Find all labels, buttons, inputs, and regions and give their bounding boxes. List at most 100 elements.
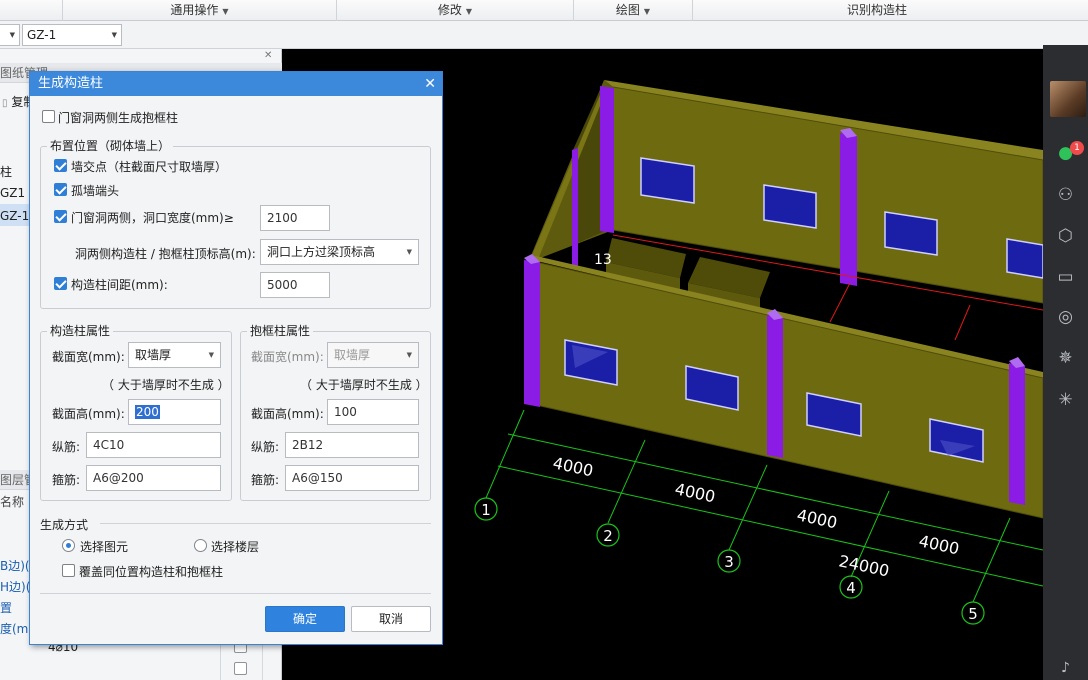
music-icon[interactable]: ♪ xyxy=(1043,660,1088,676)
bk-height-input[interactable]: 100 xyxy=(327,399,419,425)
bk-width-select[interactable]: 取墙厚 ▼ xyxy=(327,342,419,368)
svg-text:4: 4 xyxy=(846,579,856,597)
column xyxy=(572,148,578,268)
bk-width-label: 截面宽(mm): xyxy=(251,350,324,364)
chevron-down-icon: ▼ xyxy=(406,248,412,256)
tree-item-gz-1[interactable]: GZ-1 xyxy=(0,209,29,223)
cancel-button[interactable]: 取消 xyxy=(351,606,431,632)
chevron-down-icon: ▼ xyxy=(111,31,117,39)
isolated-wall-end-checkbox[interactable] xyxy=(54,183,67,196)
toolbar-secondary: ▼ GZ-1 ▼ xyxy=(0,21,1088,49)
bk-rebar-input[interactable]: 2B12 xyxy=(285,432,419,458)
bk-stirrup-label: 箍筋: xyxy=(251,473,280,487)
overwrite-label: 覆盖同位置构造柱和抱框柱 xyxy=(79,565,224,579)
ribbon-group-bar: 通用操作 ▼ 修改 ▼ 绘图 ▼ 识别构造柱 xyxy=(0,0,1088,21)
svg-text:2: 2 xyxy=(603,527,613,545)
right-sidebar: ● 1 ⚇ ⬡ ▭ ◎ ✵ ✳ ♪ xyxy=(1043,45,1088,680)
spacing-checkbox[interactable] xyxy=(54,277,67,290)
partial-dimension-label: 13 xyxy=(594,252,612,268)
component-name-combo[interactable]: GZ-1 ▼ xyxy=(22,24,122,46)
bk-width-note: （ 大于墙厚时不生成 ） xyxy=(300,378,428,392)
spacing-label: 构造柱间距(mm): xyxy=(71,278,168,292)
wall-intersection-checkbox[interactable] xyxy=(54,159,67,172)
window xyxy=(884,211,938,256)
window xyxy=(640,157,695,204)
prop-position: 置 xyxy=(0,601,13,615)
sparkle-icon[interactable]: ✳ xyxy=(1043,390,1088,410)
top-elevation-label: 洞两侧构造柱 / 抱框柱顶标高(m): xyxy=(75,247,256,261)
ribbon-group-identify-column[interactable]: 识别构造柱 xyxy=(692,0,1061,21)
door-window-frame-checkbox[interactable] xyxy=(42,110,55,123)
window xyxy=(763,184,817,229)
isolated-wall-end-label: 孤墙端头 xyxy=(71,184,120,198)
chevron-down-icon: ▼ xyxy=(465,7,473,16)
select-element-radio[interactable] xyxy=(62,539,75,552)
bk-rebar-label: 纵筋: xyxy=(251,440,280,454)
column xyxy=(1009,363,1025,505)
ribbon-group-general[interactable]: 通用操作 ▼ xyxy=(62,0,336,21)
ribbon-group-draw[interactable]: 绘图 ▼ xyxy=(573,0,692,21)
select-floor-label: 选择楼层 xyxy=(211,540,260,554)
tree-item-gz1[interactable]: GZ1 xyxy=(0,186,25,200)
chevron-down-icon: ▼ xyxy=(643,7,651,16)
chevron-down-icon: ▼ xyxy=(9,31,15,39)
spacing-input[interactable]: 5000 xyxy=(260,272,330,298)
cube-icon[interactable]: ⬡ xyxy=(1043,226,1088,246)
gz-stirrup-input[interactable]: A6@200 xyxy=(86,465,221,491)
opening-sides-checkbox[interactable] xyxy=(54,210,67,223)
row-checkbox[interactable] xyxy=(234,662,247,675)
bk-stirrup-input[interactable]: A6@150 xyxy=(285,465,419,491)
gen-method-title: 生成方式 xyxy=(40,518,89,532)
dialog-title: 生成构造柱 xyxy=(38,76,104,91)
door-window-frame-label: 门窗洞两侧生成抱框柱 xyxy=(58,111,179,125)
svg-text:5: 5 xyxy=(968,605,978,623)
contacts-icon[interactable]: ⚇ xyxy=(1043,185,1088,205)
gz-rebar-input[interactable]: 4C10 xyxy=(86,432,221,458)
component-type-combo[interactable]: ▼ xyxy=(0,24,20,46)
ok-button[interactable]: 确定 xyxy=(265,606,345,632)
bk-props-title: 抱框柱属性 xyxy=(247,322,314,339)
column xyxy=(767,315,783,458)
placement-group-title: 布置位置（砌体墙上） xyxy=(47,137,174,154)
chevron-down-icon: ▼ xyxy=(406,351,412,359)
avatar[interactable] xyxy=(1050,81,1086,117)
overwrite-checkbox[interactable] xyxy=(62,564,75,577)
gz-rebar-label: 纵筋: xyxy=(52,440,81,454)
ribbon-group-modify[interactable]: 修改 ▼ xyxy=(336,0,573,21)
top-elevation-select[interactable]: 洞口上方过梁顶标高 ▼ xyxy=(260,239,419,265)
aperture-icon[interactable]: ◎ xyxy=(1043,307,1088,327)
svg-text:1: 1 xyxy=(481,501,491,519)
column xyxy=(840,133,857,286)
folder-icon[interactable]: ▭ xyxy=(1043,267,1088,287)
gz-height-label: 截面高(mm): xyxy=(52,407,125,421)
window xyxy=(1006,238,1043,279)
select-floor-radio[interactable] xyxy=(194,539,207,552)
copy-icon: ▯ xyxy=(2,98,8,109)
close-icon[interactable]: ✕ xyxy=(424,72,436,96)
column xyxy=(524,260,540,407)
close-icon[interactable]: ✕ xyxy=(264,50,272,61)
chevron-down-icon: ▼ xyxy=(208,351,214,359)
generate-column-dialog: 生成构造柱 ✕ 门窗洞两侧生成抱框柱 布置位置（砌体墙上） 墙交点（柱截面尺寸取… xyxy=(29,71,443,645)
prop-b-edge: B边)( xyxy=(0,559,30,573)
opening-width-input[interactable]: 2100 xyxy=(260,205,330,231)
gz-stirrup-label: 箍筋: xyxy=(52,473,81,487)
gz-props-title: 构造柱属性 xyxy=(47,322,114,339)
gz-width-select[interactable]: 取墙厚 ▼ xyxy=(128,342,221,368)
unread-badge: 1 xyxy=(1070,141,1084,155)
atom-icon[interactable]: ✵ xyxy=(1043,348,1088,368)
gz-width-label: 截面宽(mm): xyxy=(52,350,125,364)
svg-text:3: 3 xyxy=(724,553,734,571)
tree-item-column[interactable]: 柱 xyxy=(0,163,12,180)
dialog-title-bar[interactable]: 生成构造柱 ✕ xyxy=(30,72,442,96)
divider xyxy=(40,593,431,594)
prop-h-edge: H边)( xyxy=(0,580,31,594)
opening-sides-label: 门窗洞两侧，洞口宽度(mm)≥ xyxy=(71,211,234,225)
gz-width-note: （ 大于墙厚时不生成 ） xyxy=(102,378,230,392)
gz-height-input[interactable]: 200 xyxy=(128,399,221,425)
chevron-down-icon: ▼ xyxy=(222,7,229,16)
name-column-header: 名称 xyxy=(0,495,25,509)
wall-intersection-label: 墙交点（柱截面尺寸取墙厚） xyxy=(71,160,228,174)
bk-height-label: 截面高(mm): xyxy=(251,407,324,421)
column xyxy=(600,86,614,233)
